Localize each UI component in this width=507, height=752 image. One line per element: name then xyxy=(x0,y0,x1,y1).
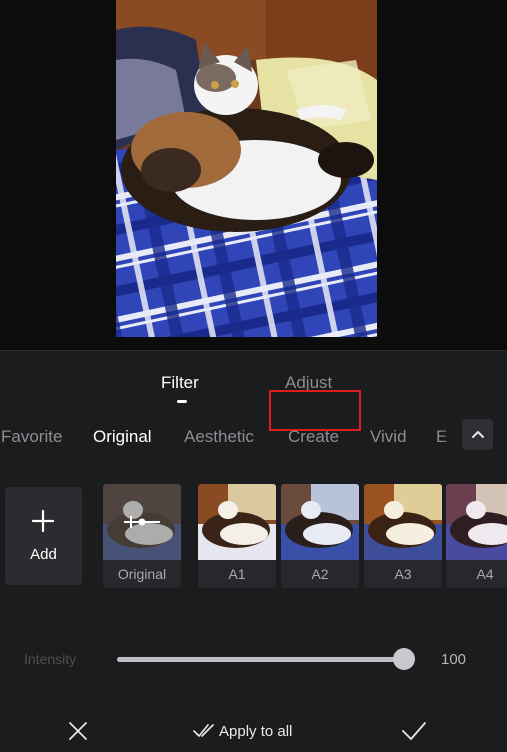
category-aesthetic[interactable]: Aesthetic xyxy=(184,427,254,447)
editor-tabs: Filter Adjust xyxy=(0,373,507,431)
filter-original[interactable]: Original xyxy=(103,484,181,588)
category-create[interactable]: Create xyxy=(288,427,339,447)
filter-thumbnail xyxy=(446,484,507,560)
chevron-up-icon[interactable] xyxy=(462,419,493,450)
filter-label: A1 xyxy=(228,566,246,582)
filter-category-bar: Favorite Original Aesthetic Create Vivid… xyxy=(0,423,507,453)
filter-thumbnail xyxy=(198,484,276,560)
filter-label: A2 xyxy=(311,566,329,582)
add-label: Add xyxy=(30,546,57,563)
filter-label: A4 xyxy=(476,566,494,582)
add-filter-button[interactable]: Add xyxy=(5,487,82,585)
filter-a4[interactable]: A4 xyxy=(446,484,507,588)
category-favorite[interactable]: Favorite xyxy=(1,427,62,447)
filter-thumbnail xyxy=(281,484,359,560)
apply-to-all-label: Apply to all xyxy=(219,722,293,740)
photo-preview xyxy=(0,0,507,350)
check-icon[interactable] xyxy=(401,719,427,743)
cat-photo xyxy=(116,0,377,337)
filter-a1[interactable]: A1 xyxy=(198,484,276,588)
intensity-label: Intensity xyxy=(24,651,77,667)
tab-filter[interactable]: Filter xyxy=(161,373,199,393)
intensity-value: 100 xyxy=(441,651,467,668)
category-original[interactable]: Original xyxy=(93,427,152,447)
category-vivid[interactable]: Vivid xyxy=(370,427,407,447)
plus-icon xyxy=(31,509,55,533)
bottom-action-bar: Apply to all xyxy=(0,713,507,752)
filter-a2[interactable]: A2 xyxy=(281,484,359,588)
filter-thumbnail xyxy=(364,484,442,560)
original-icon xyxy=(124,516,160,528)
filter-thumbnail xyxy=(103,484,181,560)
filter-label: Original xyxy=(117,566,167,582)
slider-fill xyxy=(117,657,404,662)
filter-a3[interactable]: A3 xyxy=(364,484,442,588)
slider-knob[interactable] xyxy=(393,648,415,670)
filter-label: A3 xyxy=(394,566,412,582)
editor-panel: Filter Adjust Favorite Original Aestheti… xyxy=(0,350,507,752)
tab-adjust[interactable]: Adjust xyxy=(285,373,332,393)
intensity-slider[interactable] xyxy=(117,657,404,662)
double-check-icon xyxy=(193,724,214,737)
active-tab-indicator xyxy=(177,400,187,403)
close-icon[interactable] xyxy=(66,719,90,743)
category-fade xyxy=(440,423,462,453)
apply-to-all-button[interactable]: Apply to all xyxy=(193,719,292,743)
